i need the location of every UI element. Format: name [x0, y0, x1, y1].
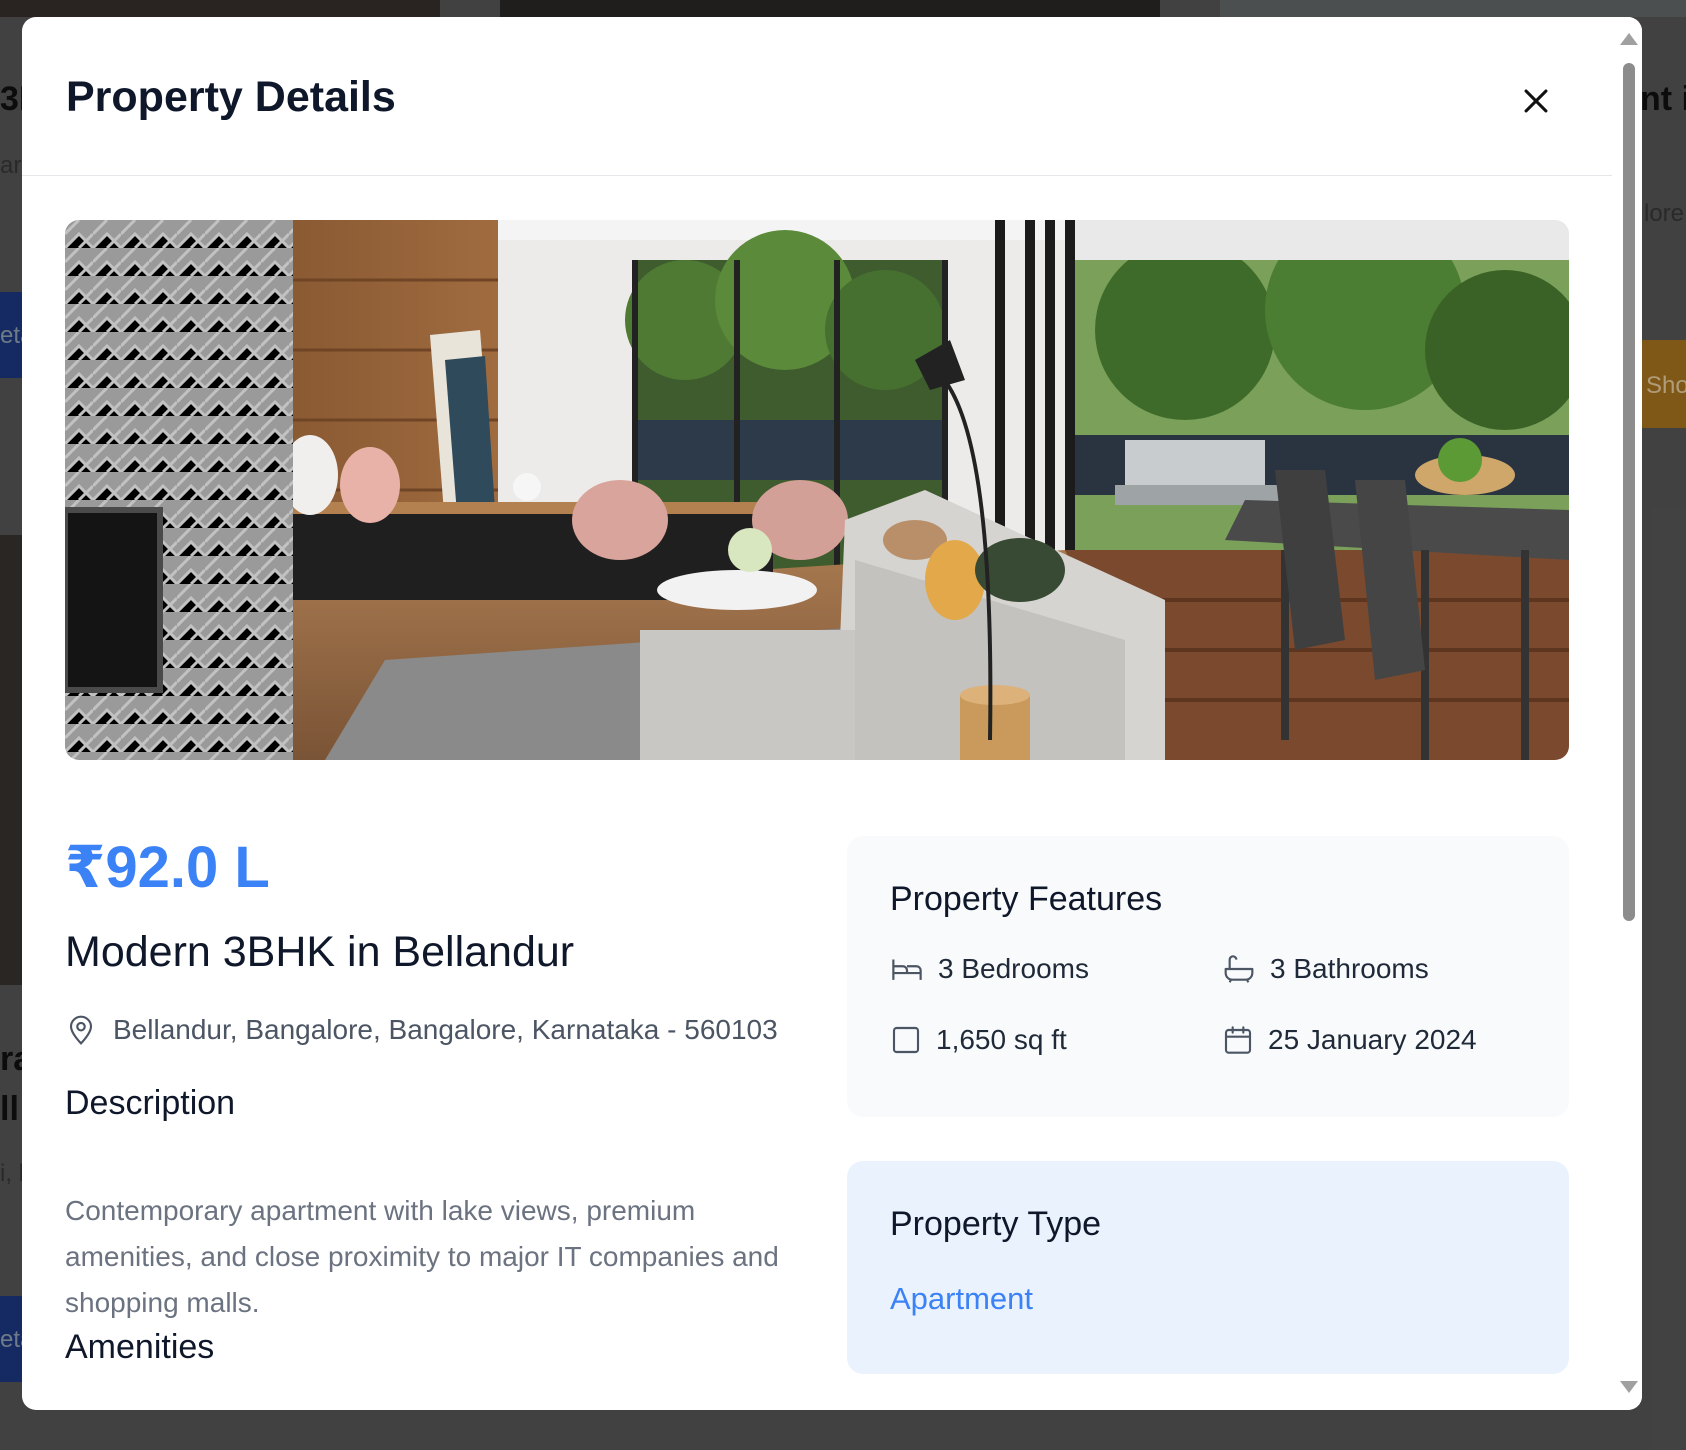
- feature-area: 1,650 sq ft: [890, 1024, 1067, 1056]
- modal-body[interactable]: ₹92.0 L Modern 3BHK in Bellandur Belland…: [22, 176, 1612, 1410]
- description-text: Contemporary apartment with lake views, …: [65, 1195, 779, 1318]
- feature-date: 25 January 2024: [1222, 1024, 1477, 1056]
- property-type-value: Apartment: [890, 1281, 1034, 1316]
- bed-icon: [892, 959, 922, 980]
- location-text: Bellandur, Bangalore, Bangalore, Karnata…: [113, 1014, 778, 1045]
- property-title: Modern 3BHK in Bellandur: [65, 928, 575, 976]
- feature-bedrooms: 3 Bedrooms: [890, 953, 1089, 985]
- bath-icon: [1224, 955, 1254, 983]
- modal-title: Property Details: [66, 73, 396, 121]
- amenities-heading: Amenities: [65, 1328, 215, 1366]
- features-heading: Property Features: [890, 880, 1163, 918]
- feature-bathrooms: 3 Bathrooms: [1222, 953, 1429, 985]
- property-price: ₹92.0 L: [65, 835, 270, 900]
- description-heading: Description: [65, 1084, 236, 1122]
- property-details-modal: Property Details ₹92.0 L Modern 3BHK in …: [22, 17, 1642, 1410]
- scrollbar-thumb[interactable]: [1623, 63, 1635, 921]
- scroll-down-arrow[interactable]: [1620, 1381, 1638, 1393]
- calendar-icon: [1224, 1026, 1252, 1054]
- property-image: [65, 220, 1569, 760]
- bathrooms-label: 3 Bathrooms: [1270, 953, 1429, 984]
- close-icon: [1524, 89, 1548, 113]
- close-button[interactable]: [1512, 77, 1560, 125]
- map-pin-icon: [69, 1015, 93, 1045]
- property-features-card: Property Features 3 Bedrooms 3 Bathrooms…: [847, 836, 1569, 1117]
- modal-header: Property Details: [22, 17, 1612, 176]
- modal-scrollbar[interactable]: [1612, 17, 1642, 1410]
- scroll-up-arrow[interactable]: [1620, 33, 1638, 45]
- area-label: 1,650 sq ft: [936, 1024, 1067, 1055]
- property-type-heading: Property Type: [890, 1205, 1102, 1243]
- property-location: Bellandur, Bangalore, Bangalore, Karnata…: [65, 1014, 778, 1046]
- property-type-card: Property Type Apartment: [847, 1161, 1569, 1374]
- date-label: 25 January 2024: [1268, 1024, 1477, 1055]
- square-icon: [892, 1026, 920, 1054]
- bedrooms-label: 3 Bedrooms: [938, 953, 1089, 984]
